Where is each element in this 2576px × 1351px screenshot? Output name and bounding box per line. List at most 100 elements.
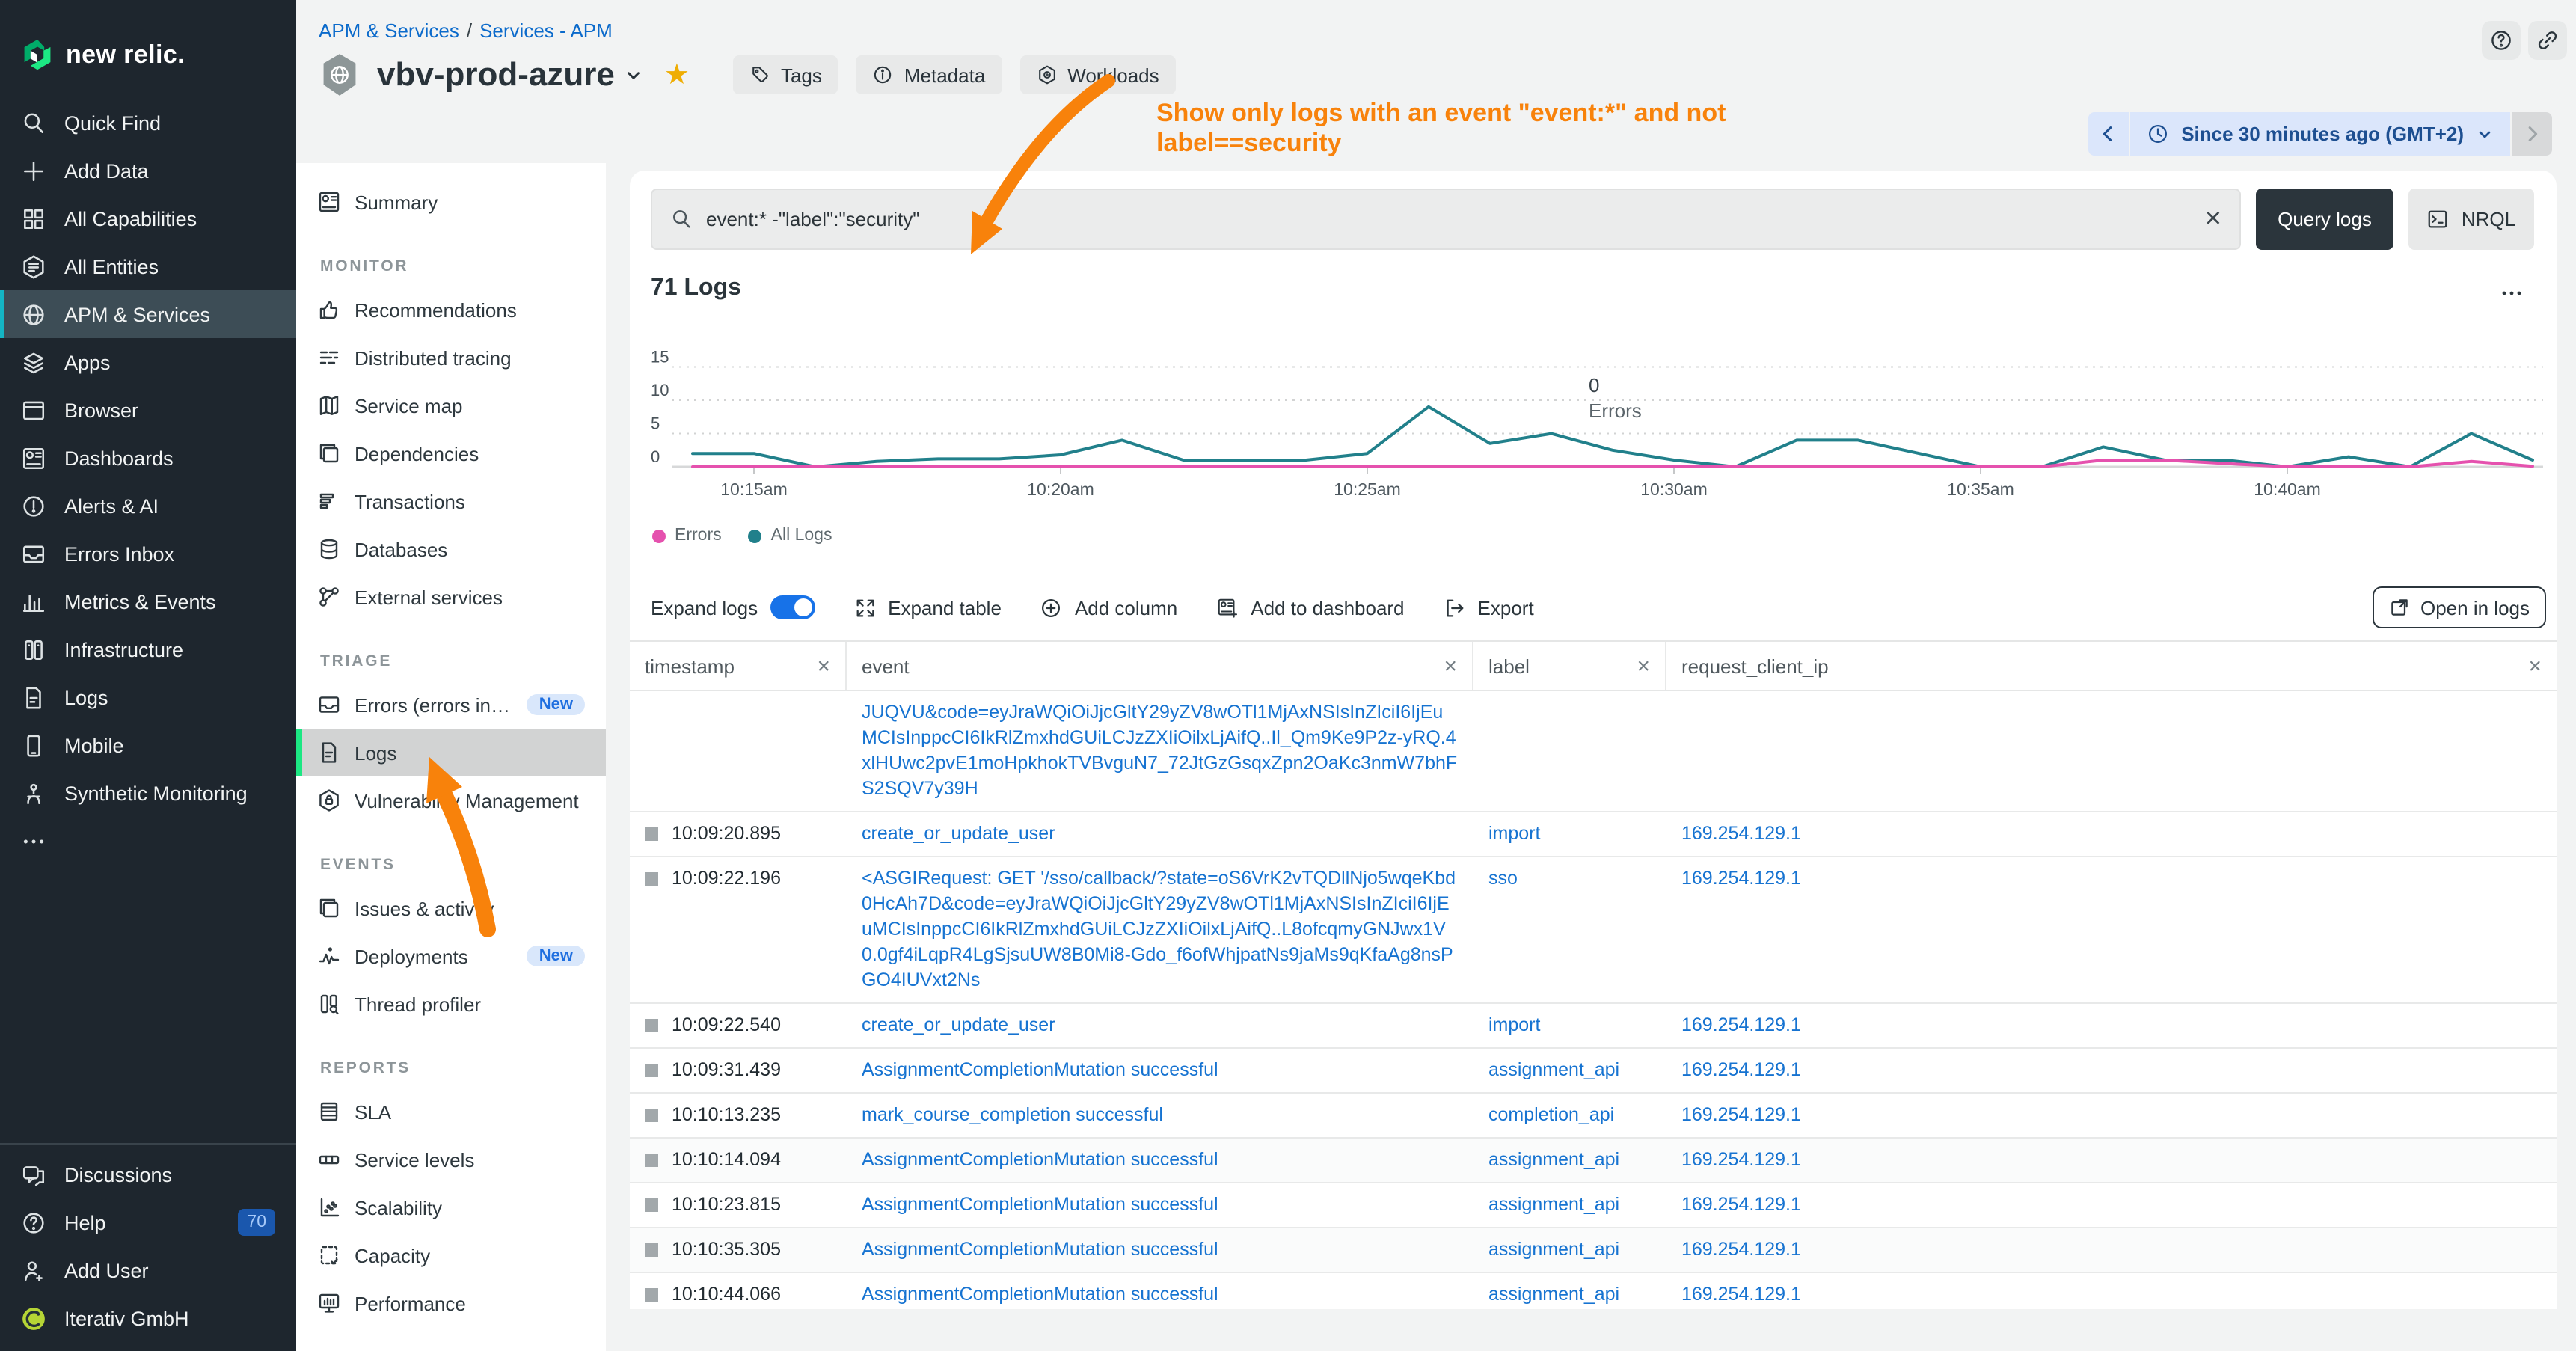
event-link[interactable]: create_or_update_user [862, 1014, 1055, 1035]
subnav-item-sla[interactable]: SLA [296, 1088, 606, 1136]
sidebar-item-add-user[interactable]: Add User [0, 1246, 296, 1294]
request-client-ip-link[interactable]: 169.254.129.1 [1681, 1194, 1801, 1215]
subnav-item-transactions[interactable]: Transactions [296, 477, 606, 525]
sidebar-item-all-capabilities[interactable]: All Capabilities [0, 194, 296, 242]
event-link[interactable]: AssignmentCompletionMutation successful [862, 1059, 1218, 1080]
table-row[interactable]: 10:10:14.094AssignmentCompletionMutation… [630, 1139, 2557, 1183]
sidebar-item-alerts-ai[interactable]: Alerts & AI [0, 482, 296, 530]
subnav-item-errors-errors-inb[interactable]: Errors (errors inb...New [296, 681, 606, 729]
event-link[interactable]: JUQVU&code=eyJraWQiOiJjcGltY29yZV8wOTl1M… [862, 702, 1457, 799]
request-client-ip-link[interactable]: 169.254.129.1 [1681, 1284, 1801, 1305]
event-link[interactable]: AssignmentCompletionMutation successful [862, 1239, 1218, 1260]
row-expand-handle[interactable] [645, 1019, 658, 1032]
time-forward-button[interactable] [2512, 112, 2552, 156]
sidebar-item-synthetic-monitoring[interactable]: Synthetic Monitoring [0, 769, 296, 817]
request-client-ip-link[interactable]: 169.254.129.1 [1681, 868, 1801, 889]
subnav-item-summary[interactable]: Summary [296, 178, 606, 226]
page-title[interactable]: vbv-prod-azure [377, 55, 643, 94]
sidebar-item-errors-inbox[interactable]: Errors Inbox [0, 530, 296, 578]
breadcrumb-link-apm-services[interactable]: APM & Services [319, 19, 459, 42]
sidebar-item-help[interactable]: Help70 [0, 1198, 296, 1246]
help-button[interactable] [2482, 21, 2521, 60]
column-close-icon[interactable]: × [1625, 653, 1650, 678]
event-link[interactable]: AssignmentCompletionMutation successful [862, 1149, 1218, 1170]
subnav-item-distributed-tracing[interactable]: Distributed tracing [296, 334, 606, 382]
column-close-icon[interactable]: × [1432, 653, 1457, 678]
table-row[interactable]: 10:10:13.235mark_course_completion succe… [630, 1094, 2557, 1139]
subnav-item-thread-profiler[interactable]: Thread profiler [296, 980, 606, 1028]
row-expand-handle[interactable] [645, 1109, 658, 1122]
toggle-on-icon[interactable] [770, 595, 815, 619]
label-link[interactable]: sso [1488, 868, 1518, 889]
row-expand-handle[interactable] [645, 1288, 658, 1302]
request-client-ip-link[interactable]: 169.254.129.1 [1681, 1014, 1801, 1035]
table-row[interactable]: JUQVU&code=eyJraWQiOiJjcGltY29yZV8wOTl1M… [630, 691, 2557, 812]
nrql-button[interactable]: NRQL [2408, 189, 2534, 250]
tags-button[interactable]: Tags [733, 55, 838, 94]
row-expand-handle[interactable] [645, 827, 658, 841]
time-range-button[interactable]: Since 30 minutes ago (GMT+2) [2130, 112, 2510, 156]
sidebar-item-logs[interactable]: Logs [0, 673, 296, 721]
label-link[interactable]: assignment_api [1488, 1059, 1619, 1080]
sidebar-item-add-data[interactable]: Add Data [0, 147, 296, 194]
row-expand-handle[interactable] [645, 1064, 658, 1077]
row-expand-handle[interactable] [645, 1243, 658, 1257]
clear-query-icon[interactable]: × [2205, 205, 2221, 233]
table-row[interactable]: 10:10:35.305AssignmentCompletionMutation… [630, 1228, 2557, 1273]
subnav-item-dependencies[interactable]: Dependencies [296, 429, 606, 477]
label-link[interactable]: completion_api [1488, 1104, 1614, 1125]
sidebar-item-dashboards[interactable]: Dashboards [0, 434, 296, 482]
table-row[interactable]: 10:09:22.540create_or_update_userimport1… [630, 1004, 2557, 1049]
event-link[interactable]: AssignmentCompletionMutation successful [862, 1284, 1218, 1305]
subnav-item-recommendations[interactable]: Recommendations [296, 286, 606, 334]
subnav-item-capacity[interactable]: Capacity [296, 1231, 606, 1279]
export-button[interactable]: Export [1444, 596, 1534, 619]
label-link[interactable]: assignment_api [1488, 1149, 1619, 1170]
event-link[interactable]: mark_course_completion successful [862, 1104, 1163, 1125]
event-link[interactable]: AssignmentCompletionMutation successful [862, 1194, 1218, 1215]
query-logs-button[interactable]: Query logs [2256, 189, 2393, 250]
table-row[interactable]: 10:09:31.439AssignmentCompletionMutation… [630, 1049, 2557, 1094]
subnav-item-databases[interactable]: Databases [296, 525, 606, 573]
sidebar-item-apps[interactable]: Apps [0, 338, 296, 386]
table-row[interactable]: 10:10:44.066AssignmentCompletionMutation… [630, 1273, 2557, 1309]
sidebar-item-infrastructure[interactable]: Infrastructure [0, 625, 296, 673]
subnav-item-external-services[interactable]: External services [296, 573, 606, 621]
label-link[interactable]: import [1488, 823, 1540, 844]
table-row[interactable]: 10:09:22.196<ASGIRequest: GET '/sso/call… [630, 857, 2557, 1004]
expand-logs-toggle[interactable]: Expand logs [651, 595, 815, 619]
label-link[interactable]: assignment_api [1488, 1284, 1619, 1305]
sidebar-item-apm-services[interactable]: APM & Services [0, 290, 296, 338]
sidebar-item-browser[interactable]: Browser [0, 386, 296, 434]
legend-item-all-logs[interactable]: All Logs [749, 527, 832, 545]
open-in-logs-button[interactable]: Open in logs [2373, 586, 2546, 628]
request-client-ip-link[interactable]: 169.254.129.1 [1681, 1149, 1801, 1170]
new-relic-logo[interactable]: new relic. [0, 0, 296, 87]
add-column-button[interactable]: Add column [1040, 596, 1177, 619]
column-close-icon[interactable]: × [805, 653, 830, 678]
time-back-button[interactable] [2088, 112, 2129, 156]
row-expand-handle[interactable] [645, 872, 658, 886]
sidebar-item-all-entities[interactable]: All Entities [0, 242, 296, 290]
subnav-item-service-levels[interactable]: Service levels [296, 1136, 606, 1183]
row-expand-handle[interactable] [645, 1154, 658, 1167]
workloads-button[interactable]: Workloads [1019, 55, 1175, 94]
table-row[interactable]: 10:09:20.895create_or_update_userimport1… [630, 812, 2557, 857]
favorite-star-icon[interactable]: ★ [664, 58, 690, 92]
table-row[interactable]: 10:10:23.815AssignmentCompletionMutation… [630, 1183, 2557, 1228]
request-client-ip-link[interactable]: 169.254.129.1 [1681, 823, 1801, 844]
sidebar-item-discussions[interactable]: Discussions [0, 1151, 296, 1198]
subnav-item-scalability[interactable]: Scalability [296, 1183, 606, 1231]
sidebar-item-mobile[interactable]: Mobile [0, 721, 296, 769]
row-expand-handle[interactable] [645, 1198, 658, 1212]
breadcrumb-link-services-apm[interactable]: Services - APM [479, 19, 613, 42]
subnav-item-logs[interactable]: Logs [296, 729, 606, 776]
metadata-button[interactable]: Metadata [856, 55, 1002, 94]
subnav-item-performance[interactable]: Performance [296, 1279, 606, 1327]
request-client-ip-link[interactable]: 169.254.129.1 [1681, 1239, 1801, 1260]
subnav-item-vulnerability-management[interactable]: Vulnerability Management [296, 776, 606, 824]
subnav-item-deployments[interactable]: DeploymentsNew [296, 932, 606, 980]
sidebar-item-more[interactable] [0, 817, 296, 865]
expand-table-button[interactable]: Expand table [853, 596, 1002, 619]
label-link[interactable]: assignment_api [1488, 1239, 1619, 1260]
